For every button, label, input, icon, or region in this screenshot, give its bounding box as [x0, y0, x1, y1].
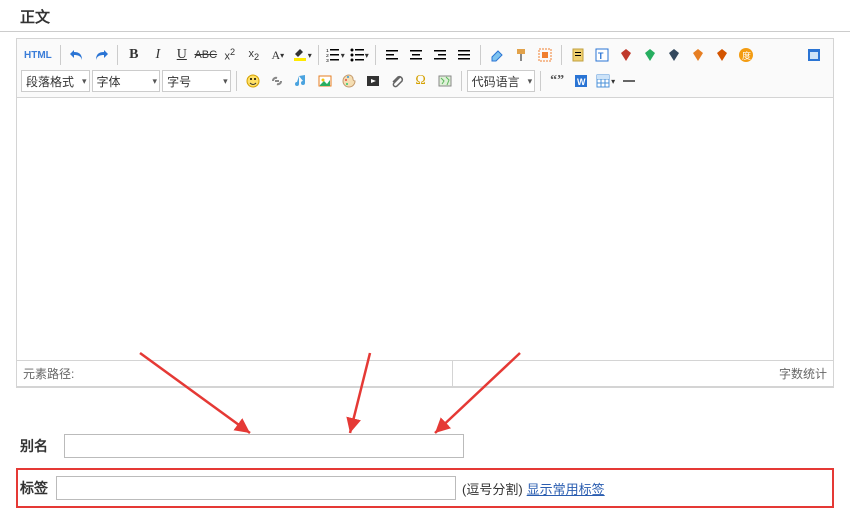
fullscreen-button[interactable]	[803, 44, 825, 66]
tags-row: 标签 (逗号分割) 显示常用标签	[16, 468, 834, 508]
align-right-button[interactable]	[429, 44, 451, 66]
source-mode-button[interactable]: HTML	[21, 44, 55, 66]
editor-container: HTML B I U ABC x2 x2 A▾ ▾ 123▾ ▾	[0, 32, 850, 388]
blockquote-button[interactable]: “”	[546, 70, 568, 92]
tags-label: 标签	[18, 478, 56, 498]
red-gem-icon[interactable]	[615, 44, 637, 66]
svg-text:度: 度	[742, 50, 751, 61]
video-button[interactable]	[362, 70, 384, 92]
strikethrough-button[interactable]: ABC	[195, 44, 217, 66]
highlight-button[interactable]: ▾	[291, 44, 313, 66]
align-justify-button[interactable]	[453, 44, 475, 66]
word-import-button[interactable]: W	[570, 70, 592, 92]
baidu-icon[interactable]: 度	[735, 44, 757, 66]
italic-button[interactable]: I	[147, 44, 169, 66]
undo-button[interactable]	[66, 44, 88, 66]
link-button[interactable]	[266, 70, 288, 92]
palette-button[interactable]	[338, 70, 360, 92]
paragraph-select[interactable]: 段落格式▾	[21, 70, 90, 92]
map-button[interactable]	[434, 70, 456, 92]
unordered-list-button[interactable]: ▾	[348, 44, 370, 66]
music-button[interactable]	[290, 70, 312, 92]
element-path[interactable]: 元素路径:	[17, 361, 453, 387]
table-button[interactable]: ▾	[594, 70, 616, 92]
font-family-select[interactable]: 字体▾	[92, 70, 161, 92]
special-char-button[interactable]: Ω	[410, 70, 432, 92]
paste-plain-button[interactable]	[567, 44, 589, 66]
dark-gem-icon[interactable]	[663, 44, 685, 66]
show-common-tags-link[interactable]: 显示常用标签	[527, 479, 605, 498]
format-brush-button[interactable]	[510, 44, 532, 66]
redo-button[interactable]	[90, 44, 112, 66]
editor-toolbar: HTML B I U ABC x2 x2 A▾ ▾ 123▾ ▾	[17, 39, 833, 98]
orange-gem-icon[interactable]	[687, 44, 709, 66]
svg-text:T: T	[598, 51, 604, 61]
alias-label: 别名	[20, 436, 54, 456]
horizontal-rule-button[interactable]	[618, 70, 640, 92]
image-button[interactable]	[314, 70, 336, 92]
font-size-select[interactable]: 字号▾	[162, 70, 231, 92]
tags-hint: (逗号分割)	[462, 479, 523, 498]
underline-button[interactable]: U	[171, 44, 193, 66]
section-title: 正文	[0, 0, 850, 32]
alias-row: 别名	[0, 428, 850, 464]
select-all-button[interactable]	[534, 44, 556, 66]
tags-input[interactable]	[56, 476, 456, 500]
svg-text:3: 3	[326, 58, 329, 63]
alias-input[interactable]	[64, 434, 464, 458]
bold-button[interactable]: B	[123, 44, 145, 66]
superscript-button[interactable]: x2	[219, 44, 241, 66]
svg-text:W: W	[577, 77, 586, 87]
green-gem-icon[interactable]	[639, 44, 661, 66]
word-count[interactable]: 字数统计	[453, 361, 833, 387]
attachment-button[interactable]	[386, 70, 408, 92]
emoji-button[interactable]	[242, 70, 264, 92]
align-left-button[interactable]	[381, 44, 403, 66]
align-center-button[interactable]	[405, 44, 427, 66]
font-color-button[interactable]: A▾	[267, 44, 289, 66]
code-lang-select[interactable]: 代码语言▾	[467, 70, 536, 92]
subscript-button[interactable]: x2	[243, 44, 265, 66]
eraser-button[interactable]	[486, 44, 508, 66]
editor-textarea[interactable]	[17, 98, 833, 360]
ordered-list-button[interactable]: 123▾	[324, 44, 346, 66]
red2-gem-icon[interactable]	[711, 44, 733, 66]
paste-word-button[interactable]: T	[591, 44, 613, 66]
